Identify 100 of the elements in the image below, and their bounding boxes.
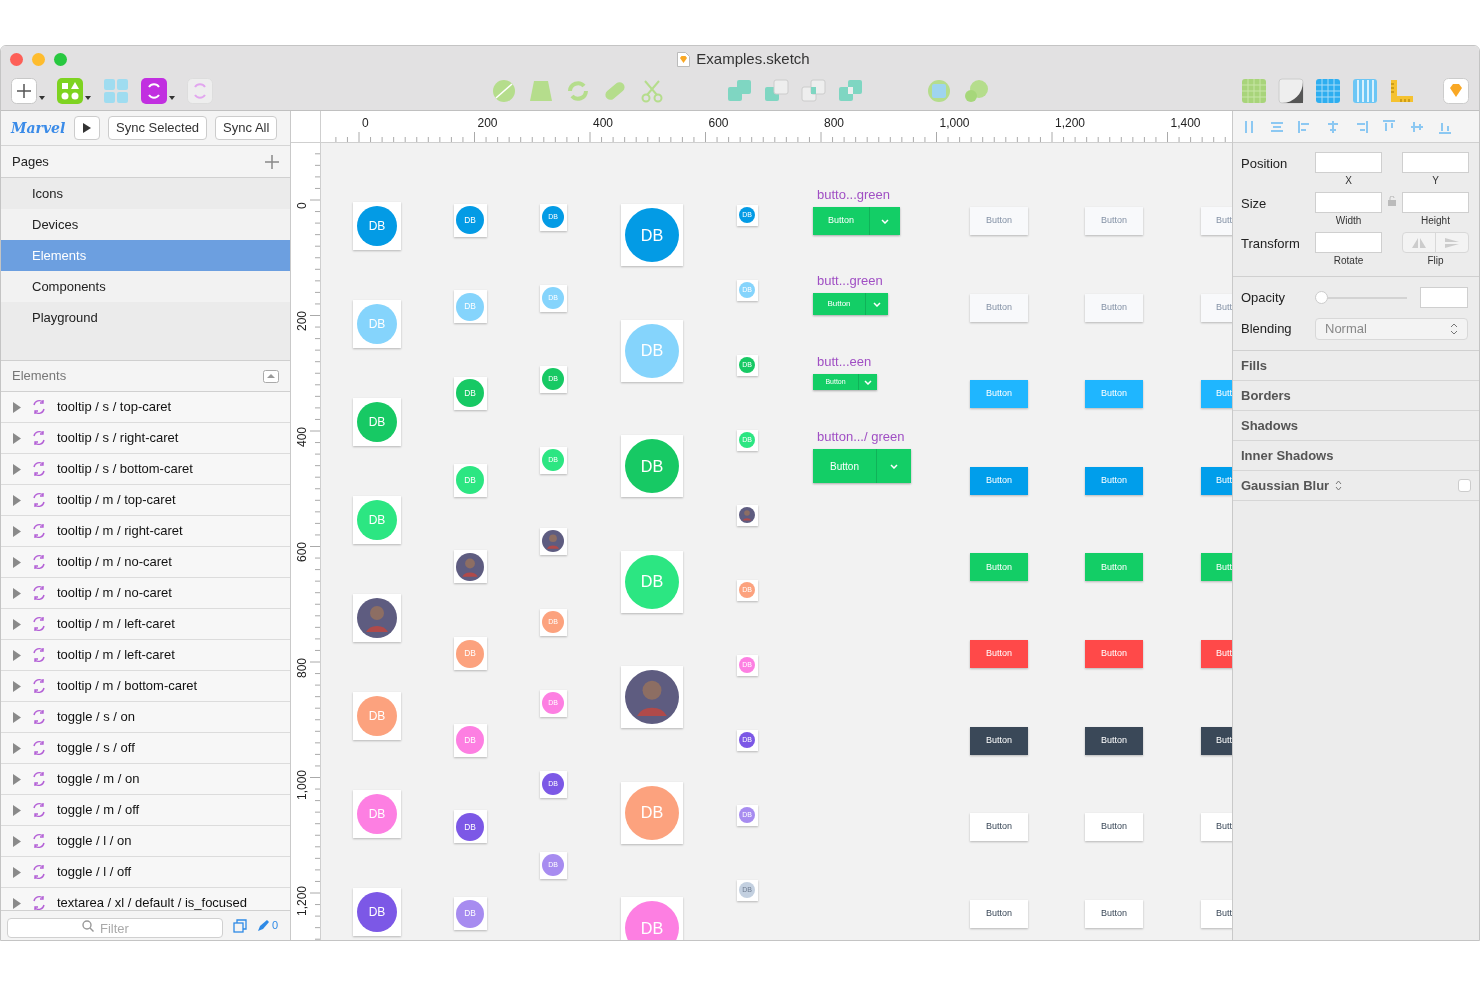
button-sample: Button: [970, 207, 1028, 235]
page-item[interactable]: Playground: [1, 302, 290, 333]
symbol-icon: [31, 895, 47, 910]
avatar: DB: [456, 292, 484, 321]
corner-icon[interactable]: [1278, 78, 1304, 104]
ruler-label: 0: [294, 201, 310, 209]
grid-icon[interactable]: [1241, 78, 1267, 104]
pen-icon[interactable]: [257, 919, 270, 932]
ruler-label: 200: [477, 115, 498, 132]
edit-shape-icon[interactable]: [491, 78, 517, 104]
filter-field[interactable]: Filter: [7, 918, 223, 938]
grid-icon[interactable]: [1315, 78, 1341, 104]
button-sample: Button: [1085, 640, 1143, 668]
disclosure-triangle-icon[interactable]: [13, 742, 21, 754]
number-field[interactable]: [1402, 192, 1469, 213]
columns-icon[interactable]: [1352, 78, 1378, 104]
disclosure-triangle-icon[interactable]: [13, 618, 21, 630]
caret-icon[interactable]: [169, 96, 175, 100]
lock-icon[interactable]: [1388, 196, 1396, 206]
avatar: DB: [357, 794, 397, 834]
disclosure-triangle-icon[interactable]: [13, 401, 21, 413]
disclosure-triangle-icon[interactable]: [13, 835, 21, 847]
disclosure-triangle-icon[interactable]: [13, 804, 21, 816]
page-item[interactable]: Components: [1, 271, 290, 302]
intersect-icon[interactable]: [801, 78, 827, 104]
page-item[interactable]: Icons: [1, 178, 290, 209]
disclosure-triangle-icon[interactable]: [13, 897, 21, 909]
layer-name: tooltip / m / right-caret: [57, 522, 183, 541]
add-icon[interactable]: [11, 78, 37, 104]
symbol-icon: [31, 399, 47, 415]
mask-icon[interactable]: [926, 78, 952, 104]
play-button[interactable]: [74, 116, 100, 140]
button-sample: Button: [1085, 466, 1143, 495]
grid-icon[interactable]: [103, 78, 129, 104]
caret-icon[interactable]: [39, 96, 45, 100]
button-sample: Butt: [1201, 640, 1232, 668]
disclosure-triangle-icon[interactable]: [13, 432, 21, 444]
opacity-field[interactable]: [1420, 287, 1468, 308]
disclosure-triangle-icon[interactable]: [13, 711, 21, 723]
difference-icon[interactable]: [838, 78, 864, 104]
sync-icon[interactable]: [141, 78, 167, 104]
layer-name: toggle / l / on: [57, 832, 132, 851]
union-icon[interactable]: [727, 78, 753, 104]
symbol-icon: [31, 833, 47, 849]
disclosure-triangle-icon[interactable]: [13, 463, 21, 475]
align-center-icon[interactable]: [1325, 118, 1341, 135]
field-caption: Flip: [1427, 254, 1444, 268]
disclosure-triangle-icon[interactable]: [13, 494, 21, 506]
subtract-icon[interactable]: [764, 78, 790, 104]
avatar: DB: [625, 901, 679, 940]
section-title[interactable]: Borders: [1241, 385, 1291, 406]
symbol-icon: [31, 523, 47, 539]
add-icon[interactable]: [265, 154, 279, 169]
disclosure-triangle-icon[interactable]: [13, 866, 21, 878]
scissors-icon[interactable]: [639, 78, 665, 104]
button-sample: Button: [1085, 813, 1143, 842]
number-field[interactable]: [1315, 232, 1382, 253]
checkbox[interactable]: [1458, 479, 1471, 492]
caret-icon[interactable]: [85, 96, 91, 100]
disclosure-triangle-icon[interactable]: [13, 649, 21, 661]
layer-name: toggle / m / on: [57, 770, 140, 789]
opacity-slider[interactable]: [1315, 290, 1407, 305]
rotate-icon[interactable]: [565, 78, 591, 104]
ruler-label: 800: [824, 115, 845, 132]
field-caption: Y: [1432, 174, 1439, 188]
symbol-icon: [31, 647, 47, 663]
zoom-button[interactable]: [54, 52, 67, 66]
layer-name: tooltip / s / top-caret: [57, 398, 172, 417]
number-field[interactable]: [1315, 192, 1382, 213]
button-sample: Butt: [1201, 726, 1232, 755]
section-title[interactable]: Fills: [1241, 355, 1267, 376]
section-title[interactable]: Shadows: [1241, 415, 1299, 436]
disclosure-triangle-icon[interactable]: [13, 680, 21, 692]
number-field[interactable]: [1402, 152, 1469, 173]
avatar: DB: [625, 554, 679, 609]
disclosure-triangle-icon[interactable]: [13, 587, 21, 599]
stepper-icon[interactable]: [1335, 480, 1343, 491]
ruler-icon[interactable]: [1389, 78, 1415, 104]
transform-icon[interactable]: [528, 78, 554, 104]
disclosure-triangle-icon[interactable]: [13, 525, 21, 537]
sync-button[interactable]: Sync Selected: [108, 116, 208, 140]
sync-button[interactable]: Sync All: [215, 116, 278, 140]
symbol-icon: [31, 461, 47, 477]
symbol-icon: [31, 771, 47, 787]
number-field[interactable]: [1315, 152, 1382, 173]
disclosure-triangle-icon[interactable]: [13, 773, 21, 785]
copy-icon[interactable]: [233, 918, 247, 933]
section-title[interactable]: Gaussian Blur: [1241, 475, 1330, 496]
close-button[interactable]: [10, 52, 23, 66]
flip-horizontal-icon: [1412, 237, 1426, 248]
collapse-icon[interactable]: [263, 369, 279, 383]
section-title[interactable]: Inner Shadows: [1241, 445, 1334, 466]
symbol-label: butt...een: [817, 353, 872, 371]
symbol-icon: [31, 864, 47, 880]
page-item[interactable]: Devices: [1, 209, 290, 240]
avatar: DB: [456, 812, 484, 841]
minimize-button[interactable]: [32, 52, 45, 66]
slider-thumb[interactable]: [1315, 291, 1328, 304]
disclosure-triangle-icon[interactable]: [13, 556, 21, 568]
bubbles-icon[interactable]: [963, 78, 989, 104]
